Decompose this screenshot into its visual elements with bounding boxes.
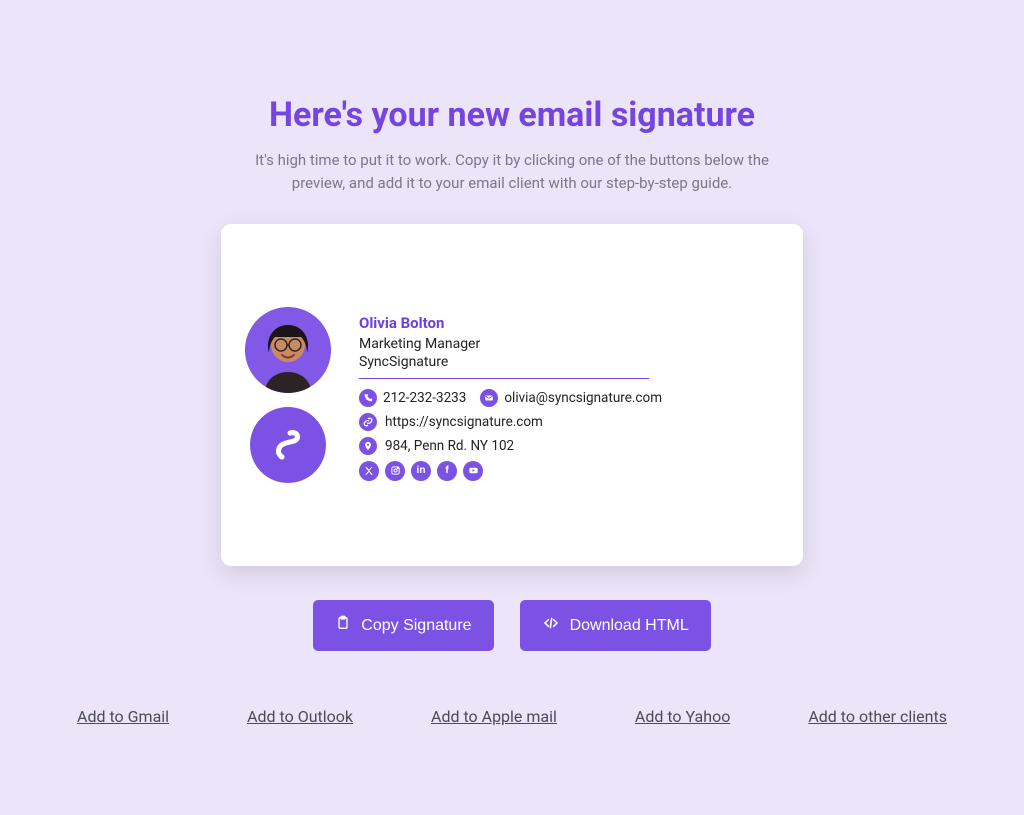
signature-preview-card: Olivia Bolton Marketing Manager SyncSign…	[221, 224, 803, 566]
signature-email: olivia@syncsignature.com	[504, 390, 662, 406]
phone-icon	[359, 389, 377, 407]
page-title: Here's your new email signature	[269, 95, 755, 135]
copy-signature-label: Copy Signature	[361, 617, 471, 635]
email-icon	[480, 389, 498, 407]
page-subtitle: It's high time to put it to work. Copy i…	[242, 149, 782, 194]
divider	[359, 378, 649, 379]
twitter-x-icon[interactable]	[359, 461, 379, 481]
facebook-icon[interactable]: f	[437, 461, 457, 481]
youtube-icon[interactable]	[463, 461, 483, 481]
signature-role: Marketing Manager	[359, 336, 662, 352]
add-to-other-clients-link[interactable]: Add to other clients	[808, 707, 947, 726]
avatar	[245, 307, 331, 393]
company-logo	[250, 407, 326, 483]
signature-name: Olivia Bolton	[359, 314, 662, 332]
social-row: in f	[359, 461, 662, 481]
linkedin-icon[interactable]: in	[411, 461, 431, 481]
instagram-icon[interactable]	[385, 461, 405, 481]
download-html-button[interactable]: Download HTML	[520, 600, 711, 651]
location-icon	[359, 437, 377, 455]
signature-address: 984, Penn Rd. NY 102	[385, 438, 514, 454]
download-html-label: Download HTML	[570, 617, 689, 635]
copy-signature-button[interactable]: Copy Signature	[313, 600, 493, 651]
add-to-gmail-link[interactable]: Add to Gmail	[77, 707, 169, 726]
signature-company: SyncSignature	[359, 354, 662, 370]
signature-phone: 212-232-3233	[383, 390, 466, 406]
add-to-yahoo-link[interactable]: Add to Yahoo	[635, 707, 730, 726]
link-icon	[359, 413, 377, 431]
signature-website: https://syncsignature.com	[385, 414, 543, 430]
add-to-outlook-link[interactable]: Add to Outlook	[247, 707, 353, 726]
add-to-apple-mail-link[interactable]: Add to Apple mail	[431, 707, 557, 726]
code-icon	[542, 615, 560, 636]
clipboard-icon	[335, 614, 351, 637]
